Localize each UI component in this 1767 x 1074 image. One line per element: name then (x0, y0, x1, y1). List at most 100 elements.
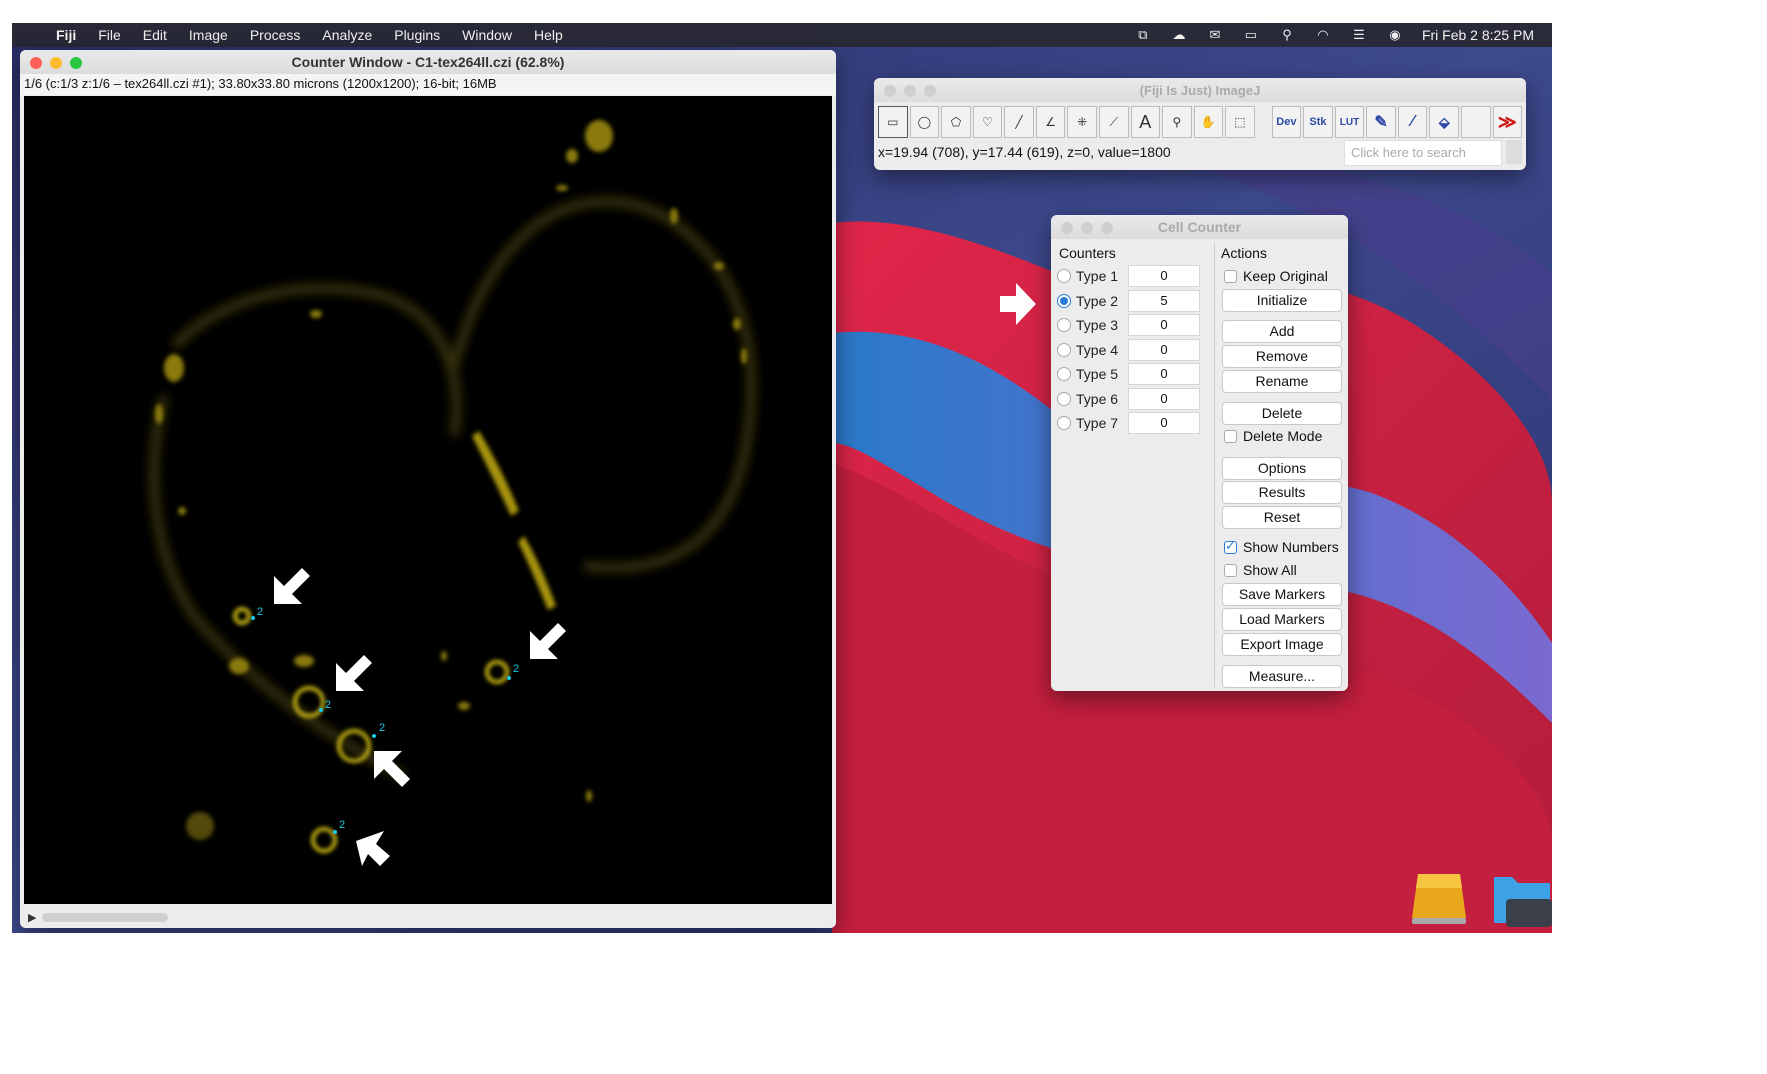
load-markers-button[interactable]: Load Markers (1222, 608, 1342, 631)
cell-counter-titlebar[interactable]: Cell Counter (1051, 215, 1348, 239)
outlook-icon[interactable]: ✉ (1206, 27, 1224, 42)
show-numbers-box[interactable] (1224, 538, 1237, 554)
line-tool-icon[interactable]: ╱ (1004, 106, 1034, 138)
menu-plugins[interactable]: Plugins (394, 27, 440, 43)
imagej-titlebar[interactable]: (Fiji Is Just) ImageJ (874, 78, 1526, 102)
external-drive-icon[interactable] (1410, 868, 1468, 926)
zoom-icon[interactable] (70, 57, 82, 69)
actions-group-title: Actions (1221, 245, 1267, 261)
wifi-icon[interactable]: ◠ (1314, 27, 1332, 42)
menubar-clock[interactable]: Fri Feb 2 8:25 PM (1422, 27, 1534, 43)
initialize-button[interactable]: Initialize (1222, 289, 1342, 312)
type-5-count: 0 (1128, 363, 1200, 385)
delete-button[interactable]: Delete (1222, 402, 1342, 425)
polygon-tool-icon[interactable]: ⬠ (941, 106, 971, 138)
pencil-tool-icon[interactable]: ✎ (1366, 106, 1396, 138)
hand-tool-icon[interactable]: ✋ (1193, 106, 1224, 138)
dropper-tool-icon[interactable]: ⬚ (1225, 106, 1255, 138)
keep-original-box[interactable] (1224, 269, 1237, 283)
lut-tool-icon[interactable]: LUT (1334, 106, 1365, 138)
minimize-icon[interactable] (50, 57, 62, 69)
type-1-label: Type 1 (1076, 268, 1119, 284)
counter-row-type-5[interactable]: Type 5 0 (1057, 363, 1200, 385)
search-scroll-box[interactable] (1506, 140, 1522, 164)
counter-row-type-2[interactable]: Type 2 5 (1057, 290, 1200, 312)
menu-edit[interactable]: Edit (143, 27, 167, 43)
text-tool-icon[interactable]: A (1130, 106, 1161, 138)
minimize-icon[interactable] (1081, 222, 1093, 234)
control-center-icon[interactable]: ☰ (1350, 27, 1368, 42)
type-1-radio[interactable] (1057, 269, 1071, 283)
rename-button[interactable]: Rename (1222, 370, 1342, 393)
more-tools-icon[interactable]: ≫ (1492, 106, 1523, 138)
creative-cloud-icon[interactable]: ☁ (1170, 27, 1188, 42)
counter-window-titlebar[interactable]: Counter Window - C1-tex264ll.czi (62.8%) (20, 50, 836, 74)
add-button[interactable]: Add (1222, 320, 1342, 343)
options-button[interactable]: Options (1222, 457, 1342, 480)
menu-analyze[interactable]: Analyze (322, 27, 372, 43)
reset-button[interactable]: Reset (1222, 506, 1342, 529)
point-tool-icon[interactable]: ⁜ (1067, 106, 1097, 138)
siri-icon[interactable]: ◉ (1386, 27, 1404, 42)
counter-row-type-7[interactable]: Type 7 0 (1057, 412, 1200, 434)
measure-button[interactable]: Measure... (1222, 665, 1342, 688)
brush-tool-icon[interactable]: ⁄ (1397, 106, 1428, 138)
type-3-radio[interactable] (1057, 318, 1071, 332)
magnifier-tool-icon[interactable]: ⚲ (1162, 106, 1192, 138)
play-icon[interactable]: ▶ (28, 911, 36, 924)
menu-process[interactable]: Process (250, 27, 301, 43)
close-icon[interactable] (1061, 222, 1073, 234)
type-4-radio[interactable] (1057, 343, 1071, 357)
dev-tool-icon[interactable]: Dev (1271, 106, 1302, 138)
fluorescence-image: 2 2 2 2 2 (24, 96, 832, 904)
angle-tool-icon[interactable]: ∠ (1035, 106, 1066, 138)
save-markers-button[interactable]: Save Markers (1222, 583, 1342, 606)
empty-tool-slot[interactable] (1460, 106, 1491, 138)
wand-tool-icon[interactable]: ⟋ (1098, 106, 1129, 138)
export-image-button[interactable]: Export Image (1222, 633, 1342, 656)
folder-icon[interactable] (1490, 869, 1552, 927)
minimize-icon[interactable] (904, 85, 916, 97)
zoom-icon[interactable] (924, 85, 936, 97)
flood-fill-tool-icon[interactable]: ⬙ (1429, 106, 1459, 138)
rectangle-tool-icon[interactable]: ▭ (878, 106, 908, 138)
close-icon[interactable] (30, 57, 42, 69)
oval-tool-icon[interactable]: ◯ (909, 106, 940, 138)
dropbox-icon[interactable]: ⧉ (1134, 27, 1152, 42)
counter-row-type-4[interactable]: Type 4 0 (1057, 339, 1200, 361)
type-5-radio[interactable] (1057, 367, 1071, 381)
search-field[interactable]: Click here to search (1344, 140, 1502, 166)
type-6-count: 0 (1128, 388, 1200, 410)
show-numbers-checkbox[interactable]: Show Numbers (1224, 537, 1339, 557)
counter-row-type-1[interactable]: Type 1 0 (1057, 265, 1200, 287)
marker-number: 2 (325, 699, 331, 711)
counter-row-type-6[interactable]: Type 6 0 (1057, 388, 1200, 410)
menu-file[interactable]: File (98, 27, 121, 43)
slider-thumb[interactable] (42, 913, 168, 922)
remove-button[interactable]: Remove (1222, 345, 1342, 368)
menu-app-fiji[interactable]: Fiji (56, 27, 76, 43)
counter-row-type-3[interactable]: Type 3 0 (1057, 314, 1200, 336)
delete-mode-checkbox[interactable]: Delete Mode (1224, 426, 1322, 446)
delete-mode-box[interactable] (1224, 429, 1237, 443)
type-2-radio[interactable] (1057, 294, 1071, 308)
results-button[interactable]: Results (1222, 481, 1342, 504)
freehand-tool-icon[interactable]: ♡ (972, 106, 1003, 138)
type-3-count: 0 (1128, 314, 1200, 336)
type-5-label: Type 5 (1076, 366, 1119, 382)
image-canvas[interactable]: 2 2 2 2 2 (24, 96, 832, 904)
menu-image[interactable]: Image (189, 27, 228, 43)
stack-slider[interactable]: ▶ (20, 906, 836, 928)
stk-tool-icon[interactable]: Stk (1303, 106, 1333, 138)
zoom-icon[interactable] (1101, 222, 1113, 234)
search-icon[interactable]: ⚲ (1278, 27, 1296, 42)
type-7-radio[interactable] (1057, 416, 1071, 430)
keep-original-checkbox[interactable]: Keep Original (1224, 266, 1328, 286)
menu-help[interactable]: Help (534, 27, 563, 43)
show-all-box[interactable] (1224, 563, 1237, 577)
close-icon[interactable] (884, 85, 896, 97)
type-6-radio[interactable] (1057, 392, 1071, 406)
menu-window[interactable]: Window (462, 27, 512, 43)
battery-icon[interactable]: ▭ (1242, 27, 1260, 42)
show-all-checkbox[interactable]: Show All (1224, 560, 1297, 580)
